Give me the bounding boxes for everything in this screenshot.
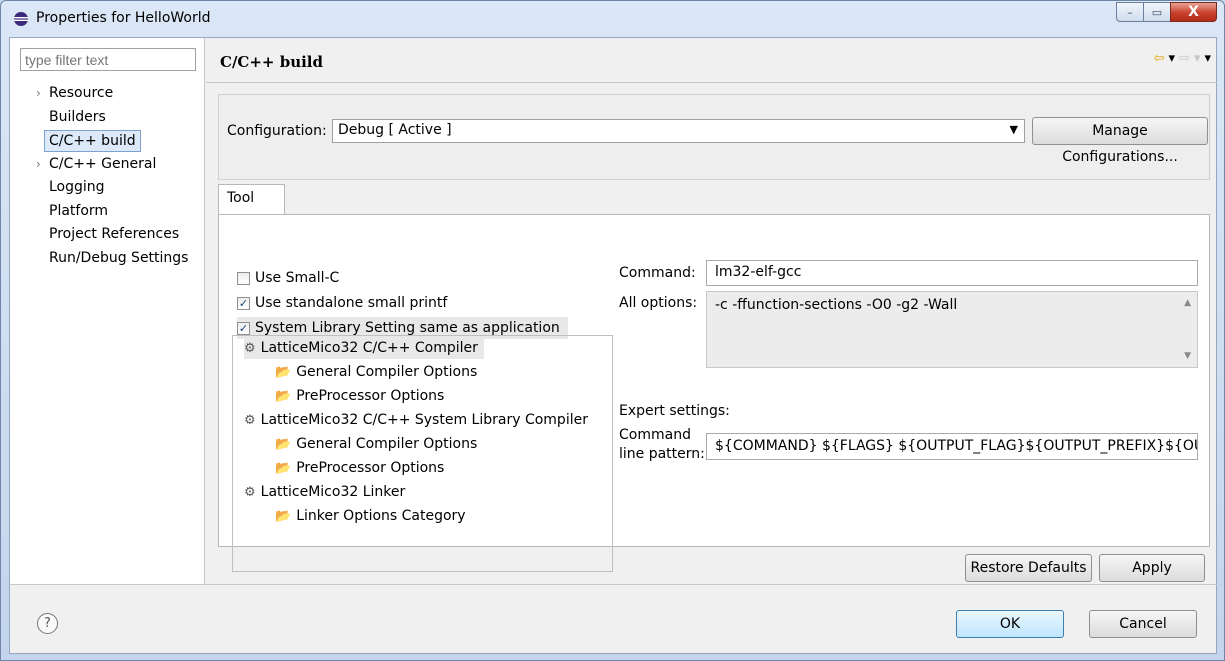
minimize-button[interactable]: – [1116, 2, 1143, 22]
sidebar-item-label: Resource [49, 85, 114, 101]
folder-icon: 📂 [275, 388, 292, 404]
back-menu-chevron-icon[interactable]: ▾ [1169, 51, 1176, 66]
gear-icon: ⚙ [244, 484, 256, 500]
use-standalone-printf-checkbox[interactable]: ✓ Use standalone small printf [237, 292, 447, 314]
tool-tree-item[interactable]: 📂 General Compiler Options [275, 361, 477, 383]
sidebar-item-resource[interactable]: › Resource [10, 82, 205, 106]
help-icon[interactable]: ? [37, 613, 58, 634]
checkbox-label: System Library Setting same as applicati… [255, 320, 560, 336]
tool-tree-item[interactable]: ⚙ LatticeMico32 C/C++ Compiler [244, 337, 484, 359]
checkbox-box: ✓ [237, 296, 250, 310]
cancel-button[interactable]: Cancel [1089, 610, 1197, 638]
use-small-c-checkbox[interactable]: Use Small-C [237, 267, 339, 289]
page-title: C/C++ build [220, 53, 323, 71]
navigation-pane: ›ResourceBuildersC/C++ build›C/C++ Gener… [10, 38, 205, 584]
sidebar-item-run-debug-settings[interactable]: Run/Debug Settings [10, 247, 205, 271]
expand-chevron-icon[interactable]: › [36, 153, 41, 175]
checkbox-label: Use standalone small printf [255, 295, 448, 311]
sidebar-item-label: Platform [49, 202, 109, 219]
tool-tree-item[interactable]: 📂 PreProcessor Options [275, 385, 444, 407]
tool-tree-item-label: Linker Options Category [296, 508, 466, 524]
eclipse-icon [14, 12, 28, 26]
tool-tree-item[interactable]: ⚙ LatticeMico32 Linker [244, 481, 405, 503]
tool-tree-item-label: PreProcessor Options [296, 460, 445, 476]
all-options-field[interactable]: -c -ffunction-sections -O0 -g2 -Wall ▲ ▼ [706, 291, 1198, 368]
navigation-tree: › Resource Builders C/C++ build › C/C++ Gener… [10, 82, 205, 270]
tool-tree-item-label: General Compiler Options [296, 364, 478, 380]
ok-button[interactable]: OK [956, 610, 1064, 638]
tool-tree-item-label: PreProcessor Options [296, 388, 445, 404]
scroll-down-icon[interactable]: ▼ [1184, 351, 1191, 361]
tool-tree-item[interactable]: 📂 General Compiler Options [275, 433, 477, 455]
sidebar-item-label: C/C++ General [49, 155, 157, 172]
tool-tab-panel: Use Small-C ✓ Use standalone small print… [218, 214, 1210, 572]
maximize-button[interactable]: ▭ [1143, 2, 1170, 22]
manage-configurations-button[interactable]: Manage Configurations... [1032, 117, 1208, 165]
properties-dialog: Properties for HelloWorld – ▭ X › Resourc… [0, 0, 1225, 661]
page-navigation: ⇦ ▾ ⇨ ▾ ▾ [1154, 51, 1211, 66]
filter-input[interactable] [20, 48, 196, 71]
tool-tree-item-label: General Compiler Options [296, 436, 478, 452]
folder-icon: 📂 [275, 508, 292, 524]
restore-defaults-button[interactable]: Restore Defaults [965, 554, 1092, 582]
scroll-up-icon[interactable]: ▲ [1184, 298, 1191, 308]
tool-tree-item[interactable]: 📂 Linker Options Category [275, 505, 466, 527]
sidebar-item-label: Builders [49, 108, 106, 125]
forward-arrow-icon[interactable]: ⇨ [1179, 51, 1190, 66]
footer-divider [10, 584, 1218, 585]
dropdown-arrow-icon: ▼ [1009, 123, 1018, 136]
tool-tree-item-label: LatticeMico32 C/C++ System Library Compi… [260, 412, 588, 428]
title-bar[interactable]: Properties for HelloWorld – ▭ X [1, 1, 1224, 37]
configuration-label: Configuration: [227, 123, 327, 139]
tool-tree-item-label: LatticeMico32 Linker [260, 484, 406, 500]
sidebar-item-label: C/C++ build [44, 130, 141, 152]
apply-button[interactable]: Apply [1099, 554, 1205, 582]
configuration-value: Debug [ Active ] [338, 122, 452, 138]
command-input[interactable]: lm32-elf-gcc [706, 260, 1198, 286]
checkbox-box [237, 271, 250, 285]
sidebar-item-logging[interactable]: Logging [10, 176, 205, 200]
sidebar-item-label: Run/Debug Settings [49, 249, 189, 266]
sidebar-item-label: Logging [49, 179, 105, 195]
checkbox-box: ✓ [237, 321, 250, 335]
dialog-client-area: ›ResourceBuildersC/C++ build›C/C++ Gener… [9, 37, 1218, 654]
sidebar-item-platform[interactable]: Platform [10, 200, 205, 224]
expert-settings-label: Expert settings: [619, 403, 730, 419]
forward-menu-chevron-icon[interactable]: ▾ [1194, 51, 1201, 66]
tool-tree-item[interactable]: 📂 PreProcessor Options [275, 457, 444, 479]
content-pane: C/C++ build ⇦ ▾ ⇨ ▾ ▾ Configuration: Deb… [206, 38, 1217, 584]
folder-icon: 📂 [275, 460, 292, 476]
folder-icon: 📂 [275, 436, 292, 452]
expand-chevron-icon[interactable]: › [36, 82, 41, 104]
checkbox-label: Use Small-C [255, 270, 340, 286]
sidebar-item-builders[interactable]: Builders [10, 106, 205, 130]
sidebar-item-label: Project References [49, 226, 180, 242]
back-arrow-icon[interactable]: ⇦ [1154, 51, 1165, 66]
gear-icon: ⚙ [244, 340, 256, 356]
view-menu-chevron-icon[interactable]: ▾ [1204, 51, 1211, 66]
tool-settings-tree: ⚙ LatticeMico32 C/C++ Compiler 📂 General Co… [232, 335, 613, 572]
sidebar-item-c-c-build[interactable]: C/C++ build [10, 129, 205, 153]
caption-buttons: – ▭ X [1116, 2, 1217, 22]
all-options-label: All options: [619, 295, 698, 311]
sidebar-item-project-references[interactable]: Project References [10, 223, 205, 247]
configuration-select[interactable]: Debug [ Active ] ▼ [332, 119, 1025, 143]
all-options-value: -c -ffunction-sections -O0 -g2 -Wall [715, 297, 958, 313]
close-button[interactable]: X [1170, 2, 1217, 22]
window-title: Properties for HelloWorld [36, 10, 211, 26]
tool-tree-item-label: LatticeMico32 C/C++ Compiler [260, 340, 478, 356]
header-divider [206, 82, 1217, 83]
folder-icon: 📂 [275, 364, 292, 380]
tab-tool[interactable]: Tool [218, 184, 285, 215]
tool-tree-item[interactable]: ⚙ LatticeMico32 C/C++ System Library Comp… [244, 409, 588, 431]
command-label: Command: [619, 265, 696, 281]
gear-icon: ⚙ [244, 412, 256, 428]
sidebar-item-c-c-general[interactable]: › C/C++ General [10, 153, 205, 177]
command-line-pattern-label-line2: line pattern: [619, 446, 705, 462]
command-line-pattern-label-line1: Command [619, 427, 691, 443]
configuration-group: Configuration: Debug [ Active ] ▼ Manage… [218, 94, 1210, 180]
command-line-pattern-input[interactable]: ${COMMAND} ${FLAGS} ${OUTPUT_FLAG}${OUTP… [706, 433, 1198, 460]
